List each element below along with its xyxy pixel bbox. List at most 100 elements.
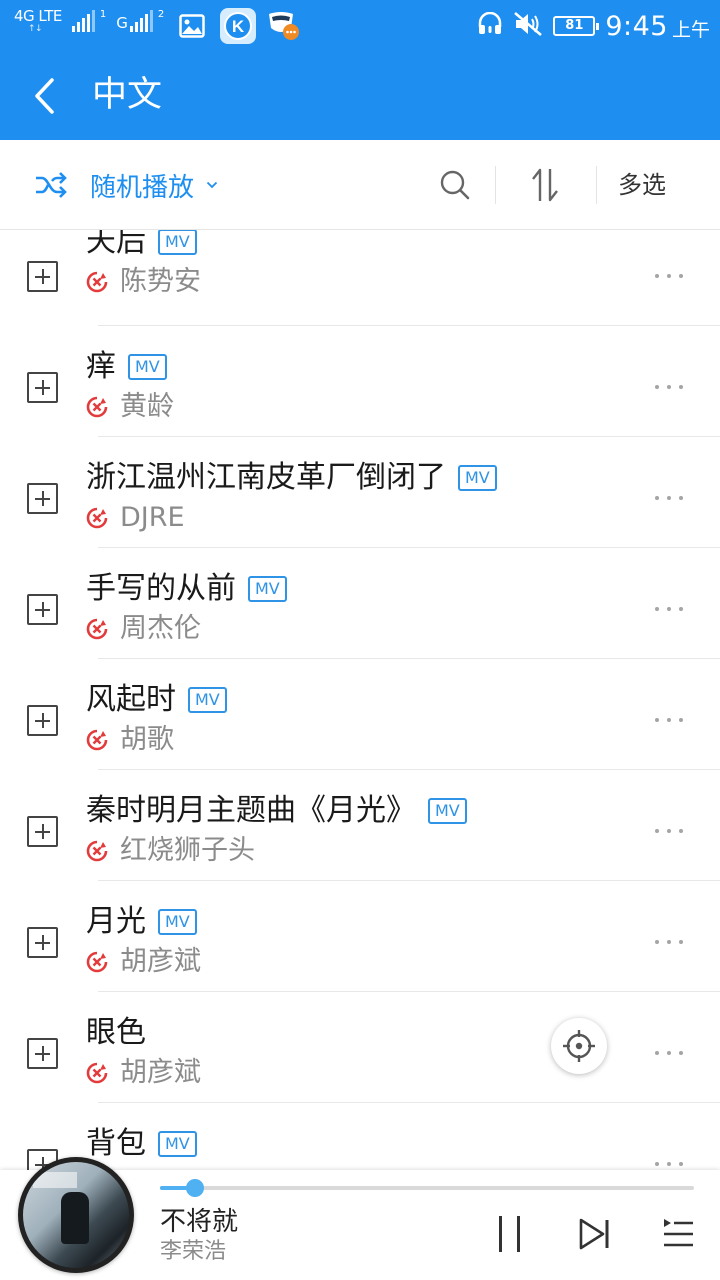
- album-art: [23, 1162, 129, 1268]
- more-options-icon[interactable]: [646, 1149, 692, 1170]
- no-copyright-icon: [86, 396, 108, 418]
- progress-handle[interactable]: [185, 1179, 204, 1197]
- no-copyright-icon: [86, 1062, 108, 1084]
- song-row[interactable]: 手写的从前 MV 周杰伦: [0, 548, 720, 659]
- more-options-icon[interactable]: [646, 483, 692, 513]
- sort-icon: [532, 168, 558, 202]
- list-toolbar: 随机播放 多选: [0, 140, 720, 230]
- mini-player[interactable]: 不将就 李荣浩: [0, 1157, 720, 1280]
- song-row[interactable]: 月光 MV 胡彦斌: [0, 881, 720, 992]
- song-artist-line: 胡彦斌: [86, 1055, 201, 1091]
- mv-badge[interactable]: MV: [428, 798, 467, 824]
- search-icon: [440, 170, 470, 200]
- song-artist-line: 周杰伦: [86, 611, 201, 647]
- title-bar: 中文: [0, 52, 720, 140]
- no-copyright-icon: [86, 729, 108, 751]
- song-artist: 胡歌: [120, 724, 174, 755]
- kugou-app-icon: K: [220, 8, 257, 44]
- song-title: 月光: [86, 904, 146, 939]
- no-copyright-icon: [86, 840, 108, 862]
- song-artist-line: DJRE: [86, 500, 185, 536]
- song-artist: 胡彦斌: [120, 946, 201, 977]
- shuffle-play-button[interactable]: 随机播放: [34, 162, 218, 208]
- network-activity: ↑↓: [28, 24, 43, 34]
- clock-ampm: 上午: [671, 18, 710, 41]
- locate-playing-button[interactable]: [551, 1018, 607, 1074]
- search-button[interactable]: [432, 162, 478, 208]
- page-title: 中文: [92, 75, 163, 115]
- song-title: 手写的从前: [86, 571, 236, 606]
- more-options-icon[interactable]: [646, 705, 692, 735]
- shuffle-play-label: 随机播放: [90, 172, 195, 203]
- add-icon[interactable]: [27, 594, 58, 625]
- song-row[interactable]: 痒 MV 黄龄: [0, 326, 720, 437]
- song-title: 天后: [86, 230, 146, 259]
- more-options-icon[interactable]: [646, 261, 692, 291]
- song-artist-line: 胡彦斌: [86, 944, 201, 980]
- signal-2-icon: G 2: [116, 10, 164, 32]
- song-row[interactable]: 秦时明月主题曲《月光》 MV 红烧狮子头: [0, 770, 720, 881]
- no-copyright-icon: [86, 951, 108, 973]
- song-artist: 胡彦斌: [120, 1057, 201, 1088]
- status-bar-left: 4G LTE ↑↓ 1 G 2 K: [14, 8, 302, 44]
- mv-badge[interactable]: MV: [158, 909, 197, 935]
- song-artist: 红烧狮子头: [120, 835, 255, 866]
- next-button[interactable]: [572, 1212, 616, 1256]
- crosshair-icon: [563, 1030, 595, 1062]
- status-bar: 4G LTE ↑↓ 1 G 2 K 81 9:45 上午: [0, 0, 720, 52]
- more-options-icon[interactable]: [646, 927, 692, 957]
- mv-badge[interactable]: MV: [128, 354, 167, 380]
- image-icon: [174, 8, 210, 44]
- mv-badge[interactable]: MV: [458, 465, 497, 491]
- song-artist: 黄龄: [120, 391, 174, 422]
- multi-select-button[interactable]: 多选: [618, 162, 666, 208]
- mute-icon: [513, 11, 543, 41]
- battery-icon: 81: [553, 16, 600, 36]
- playlist-button[interactable]: [656, 1212, 700, 1256]
- network-label: 4G LTE: [14, 7, 62, 25]
- mv-badge[interactable]: MV: [248, 576, 287, 602]
- song-title: 痒: [86, 349, 116, 384]
- add-icon[interactable]: [27, 261, 58, 292]
- song-row[interactable]: 背包 MV: [0, 1103, 720, 1170]
- add-icon[interactable]: [27, 927, 58, 958]
- message-app-icon: [266, 8, 302, 44]
- progress-bar[interactable]: [160, 1179, 694, 1197]
- toolbar-divider: [596, 166, 597, 204]
- more-options-icon[interactable]: [646, 594, 692, 624]
- add-icon[interactable]: [27, 705, 58, 736]
- now-playing-artist: 李荣浩: [160, 1239, 227, 1264]
- mv-badge[interactable]: MV: [188, 687, 227, 713]
- mv-badge[interactable]: MV: [158, 1131, 197, 1157]
- pause-button[interactable]: [488, 1212, 532, 1256]
- song-title: 浙江温州江南皮革厂倒闭了: [86, 460, 446, 495]
- song-row[interactable]: 风起时 MV 胡歌: [0, 659, 720, 770]
- add-icon[interactable]: [27, 1038, 58, 1069]
- add-icon[interactable]: [27, 483, 58, 514]
- headset-icon: [477, 11, 503, 40]
- sim1-index: 1: [99, 9, 107, 20]
- sim2-index: 2: [157, 9, 165, 20]
- clock-time: 9:45: [605, 10, 668, 42]
- battery-level: 81: [565, 18, 584, 33]
- sort-button[interactable]: [522, 162, 568, 208]
- no-copyright-icon: [86, 271, 108, 293]
- shuffle-icon: [36, 172, 67, 198]
- mv-badge[interactable]: MV: [158, 230, 197, 255]
- more-options-icon[interactable]: [646, 372, 692, 402]
- song-row[interactable]: 天后 MV 陈势安: [0, 230, 720, 326]
- song-row[interactable]: 浙江温州江南皮革厂倒闭了 MV DJRE: [0, 437, 720, 548]
- song-title: 风起时: [86, 682, 176, 717]
- back-button[interactable]: [22, 74, 66, 118]
- song-row[interactable]: 眼色 胡彦斌: [0, 992, 720, 1103]
- add-icon[interactable]: [27, 372, 58, 403]
- add-icon[interactable]: [27, 816, 58, 847]
- song-title-line: 眼色: [86, 1013, 146, 1053]
- more-options-icon[interactable]: [646, 1038, 692, 1068]
- toolbar-divider: [495, 166, 496, 204]
- chevron-down-icon: [206, 181, 218, 189]
- skip-next-icon: [579, 1218, 609, 1250]
- network-type: 4G LTE ↑↓: [14, 8, 62, 34]
- more-options-icon[interactable]: [646, 816, 692, 846]
- album-cover[interactable]: [18, 1157, 134, 1273]
